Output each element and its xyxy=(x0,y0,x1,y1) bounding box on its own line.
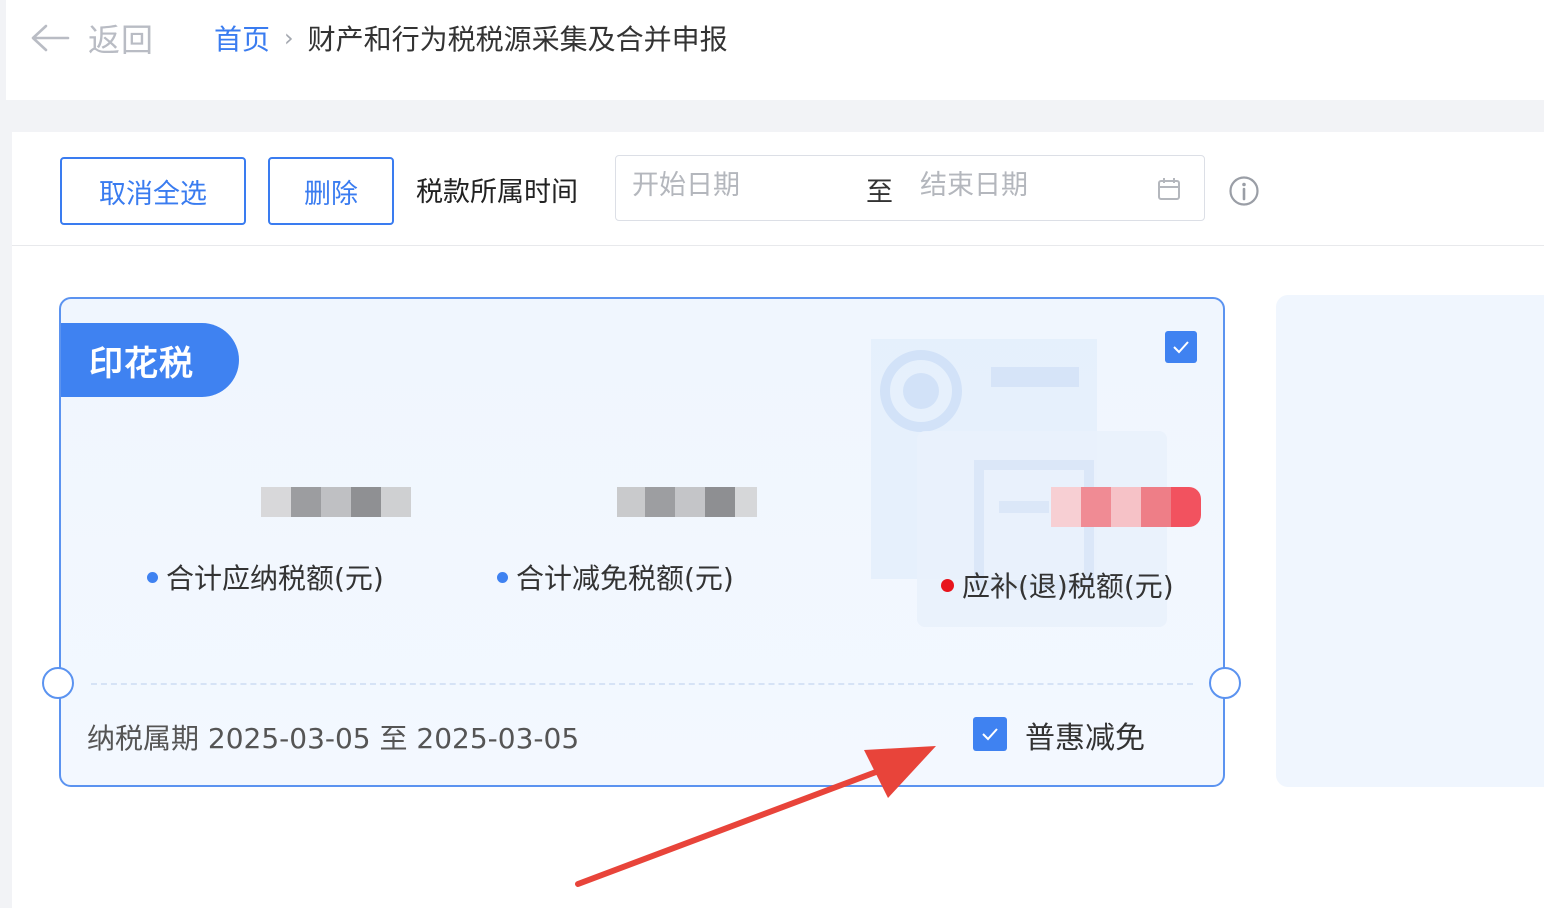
end-date-input[interactable] xyxy=(920,170,1140,201)
breadcrumb-separator: › xyxy=(284,24,294,52)
top-bar: 返回 首页 › 财产和行为税税源采集及合并申报 xyxy=(6,0,1544,100)
metric-value-blurred xyxy=(1051,487,1201,527)
breadcrumb-current: 财产和行为税税源采集及合并申报 xyxy=(307,23,728,56)
metric-label: 合计应纳税额(元) xyxy=(147,557,384,597)
metric-label: 合计减免税额(元) xyxy=(497,557,734,597)
bullet-dot-icon xyxy=(147,571,158,583)
metric-value-blurred xyxy=(261,487,411,517)
tax-type-tag: 印花税 xyxy=(61,323,239,397)
metric-label: 应补(退)税额(元) xyxy=(941,565,1174,605)
bullet-dot-icon xyxy=(497,571,508,583)
breadcrumb-home-link[interactable]: 首页 xyxy=(214,18,270,58)
card-select-checkbox[interactable] xyxy=(1165,331,1197,363)
discount-label[interactable]: 普惠减免 xyxy=(1025,713,1145,757)
date-range-picker[interactable]: 至 xyxy=(615,155,1205,221)
dashed-divider xyxy=(91,683,1193,685)
main-panel: 取消全选 删除 税款所属时间 至 印花税 xyxy=(12,132,1544,908)
toolbar: 取消全选 删除 税款所属时间 至 xyxy=(12,132,1544,246)
tax-card[interactable]: 印花税 合计应纳税额(元) 合计减免税额(元) 应补(退)税额(元) 纳税属期 … xyxy=(59,297,1225,787)
check-icon xyxy=(982,728,998,741)
metric-value-blurred xyxy=(617,487,757,517)
back-label: 返回 xyxy=(88,21,155,59)
check-icon xyxy=(1173,341,1189,354)
delete-button[interactable]: 删除 xyxy=(268,157,394,225)
tax-card-partial[interactable] xyxy=(1276,295,1544,787)
discount-checkbox[interactable] xyxy=(973,717,1007,751)
cancel-all-button[interactable]: 取消全选 xyxy=(60,157,246,225)
tax-period-text: 纳税属期 2025-03-05 至 2025-03-05 xyxy=(87,722,580,755)
calendar-icon xyxy=(1158,178,1180,200)
card-notch-left xyxy=(42,667,74,699)
back-button[interactable]: 返回 xyxy=(28,14,154,62)
breadcrumb: 首页 › 财产和行为税税源采集及合并申报 xyxy=(214,14,728,62)
card-notch-right xyxy=(1209,667,1241,699)
tax-period-label: 税款所属时间 xyxy=(416,177,578,208)
alert-dot-icon xyxy=(941,578,954,592)
info-icon[interactable] xyxy=(1228,175,1260,207)
arrow-left-icon xyxy=(31,24,70,52)
date-range-separator: 至 xyxy=(866,177,893,208)
start-date-input[interactable] xyxy=(632,170,852,201)
